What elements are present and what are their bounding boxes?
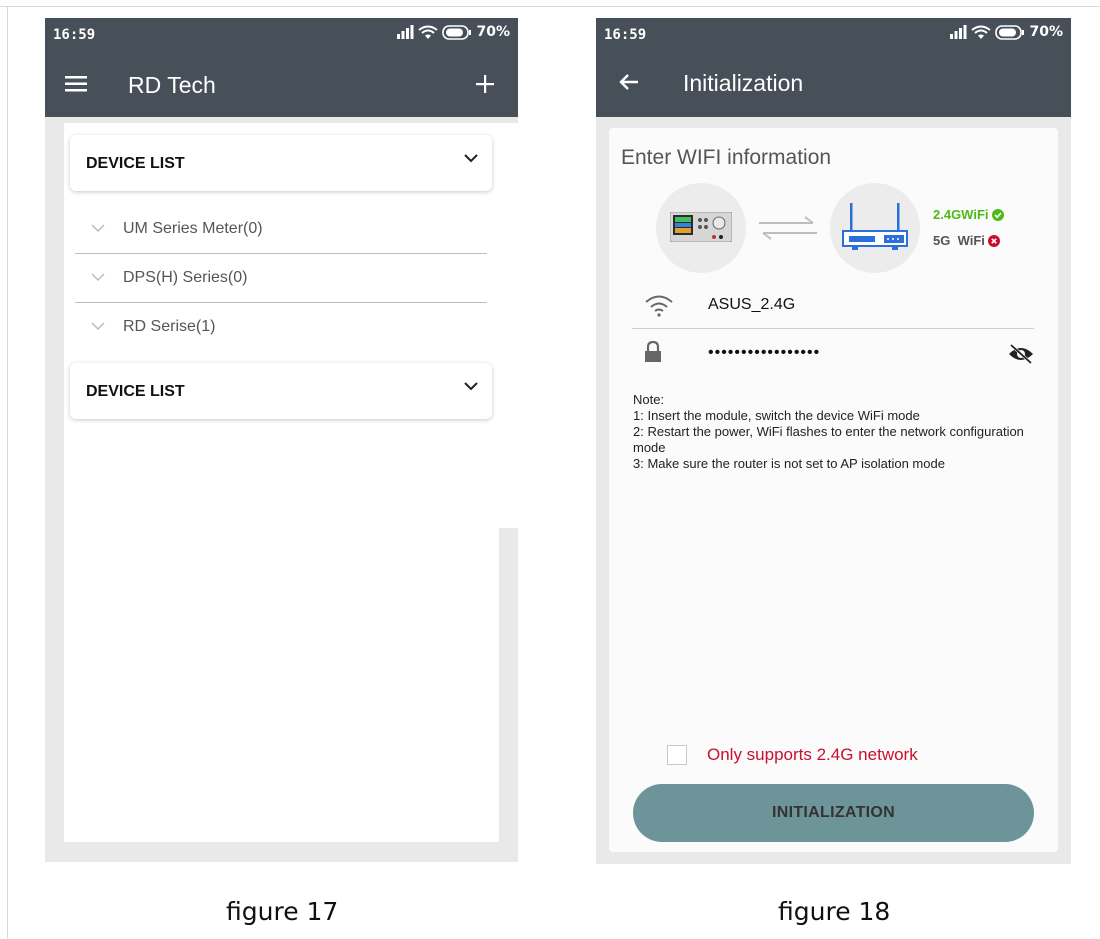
phone-screen-device-list: 16:59 70% RD Tech DEVICE LIST UM Series … [45,18,518,862]
signal-icon [397,25,414,39]
app-bar: RD Tech [45,54,518,117]
status-icons: 70% [396,24,510,40]
empty-content-area [64,528,499,842]
phone-screen-initialization: 16:59 70% Initialization Enter WIFI info… [596,18,1071,864]
app-bar: Initialization [596,54,1071,117]
field-underline [632,328,1034,329]
hamburger-menu-icon[interactable] [65,76,87,92]
router-image-circle [830,183,920,273]
eye-off-icon[interactable] [1008,344,1034,364]
only-24g-checkbox[interactable] [667,745,687,765]
status-bar: 16:59 70% [45,18,518,54]
password-field[interactable]: ••••••••••••••••• [632,331,1034,377]
device-list-label: DEVICE LIST [86,155,185,172]
wifi-form-card: Enter WIFI information 2.4GWiFi 5G WiFi … [609,128,1058,852]
wifi-status-icon [971,25,992,39]
battery-percent: 70% [1029,24,1063,40]
divider [75,253,487,254]
note-line: 1: Insert the module, switch the device … [633,408,920,423]
battery-icon [442,24,472,40]
series-item-rd[interactable]: RD Serise(1) [75,304,487,352]
device-list-header-2[interactable]: DEVICE LIST [70,363,492,419]
status-bar: 16:59 70% [596,18,1071,54]
divider [75,302,487,303]
series-item-dps[interactable]: DPS(H) Series(0) [75,255,487,303]
wifi-status-icon [418,25,439,39]
wifi-5g-tag: 5G WiFi [933,233,1000,248]
document-border-top [0,6,1100,7]
router-icon [842,203,908,250]
series-label: DPS(H) Series(0) [123,269,248,286]
password-input[interactable]: ••••••••••••••••• [708,344,978,362]
figure-caption-right: figure 18 [778,897,891,926]
notes-block: Note: 1: Insert the module, switch the d… [633,392,1033,472]
note-line: 2: Restart the power, WiFi flashes to en… [633,424,1024,455]
power-supply-device-icon [670,212,732,242]
series-label: RD Serise(1) [123,318,216,335]
app-title: RD Tech [128,72,216,98]
check-circle-icon [991,208,1004,221]
ssid-field[interactable] [632,283,1034,329]
series-label: UM Series Meter(0) [123,220,263,237]
device-list-label: DEVICE LIST [86,383,185,400]
back-arrow-icon[interactable] [619,73,639,91]
only-24g-label[interactable]: Only supports 2.4G network [707,745,918,765]
chevron-down-icon [91,224,105,233]
lock-icon [645,341,661,362]
chevron-down-icon [464,382,478,391]
signal-icon [950,25,967,39]
device-list-panel: DEVICE LIST UM Series Meter(0) DPS(H) Se… [64,123,518,528]
initialization-button[interactable]: INITIALIZATION [633,784,1034,842]
device-image-circle [656,183,746,273]
battery-percent: 70% [476,24,510,40]
chevron-down-icon [91,273,105,282]
status-time: 16:59 [53,27,96,43]
error-circle-icon [987,234,1000,247]
note-line: 3: Make sure the router is not set to AP… [633,456,945,471]
series-item-um-meter[interactable]: UM Series Meter(0) [75,206,487,254]
battery-icon [995,24,1025,40]
document-border-left [7,6,8,939]
status-icons: 70% [949,24,1063,40]
plus-icon[interactable] [476,75,494,93]
note-line: Note: [633,392,665,407]
wifi-24g-label: 2.4GWiFi [933,207,989,222]
device-list-header[interactable]: DEVICE LIST [70,135,492,191]
wifi-icon [645,295,673,317]
chevron-down-icon [91,322,105,331]
chevron-down-icon [464,154,478,163]
app-title: Initialization [683,70,804,96]
form-heading: Enter WIFI information [621,146,832,169]
wifi-5g-label: 5G WiFi [933,233,985,248]
wifi-24g-tag: 2.4GWiFi [933,207,1004,222]
ssid-input[interactable] [708,296,978,314]
transfer-arrows-icon [759,216,817,240]
status-time: 16:59 [604,27,647,43]
figure-caption-left: figure 17 [226,897,339,926]
